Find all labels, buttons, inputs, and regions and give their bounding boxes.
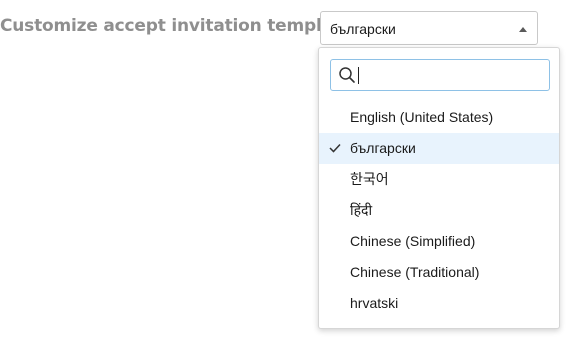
search-icon	[339, 67, 355, 83]
option-label: हिंदी	[350, 202, 373, 218]
language-select[interactable]: български	[320, 11, 538, 45]
option-label: English (United States)	[350, 109, 494, 125]
language-options: English (United States) български 한국어 हि…	[319, 102, 559, 319]
language-option-chinese-simplified[interactable]: Chinese (Simplified)	[319, 226, 559, 257]
option-label: български	[350, 140, 416, 156]
language-option-korean[interactable]: 한국어	[319, 164, 559, 195]
text-cursor	[358, 67, 359, 84]
option-label: Chinese (Traditional)	[350, 264, 480, 280]
language-option-chinese-traditional[interactable]: Chinese (Traditional)	[319, 257, 559, 288]
option-label: hrvatski	[350, 295, 399, 311]
language-option-english-us[interactable]: English (United States)	[319, 102, 559, 133]
language-option-hindi[interactable]: हिंदी	[319, 195, 559, 226]
page: Customize accept invitation template бъл…	[0, 0, 573, 344]
language-dropdown: English (United States) български 한국어 हि…	[318, 47, 560, 329]
caret-up-icon	[519, 27, 527, 32]
check-icon	[329, 143, 341, 153]
language-option-bulgarian[interactable]: български	[319, 133, 559, 164]
search-box[interactable]	[330, 59, 550, 91]
option-label: Chinese (Simplified)	[350, 233, 476, 249]
search-input[interactable]	[359, 64, 539, 86]
language-select-value: български	[330, 21, 396, 37]
option-label: 한국어	[350, 171, 389, 187]
template-label: Customize accept invitation template	[0, 16, 353, 36]
language-option-croatian[interactable]: hrvatski	[319, 288, 559, 319]
